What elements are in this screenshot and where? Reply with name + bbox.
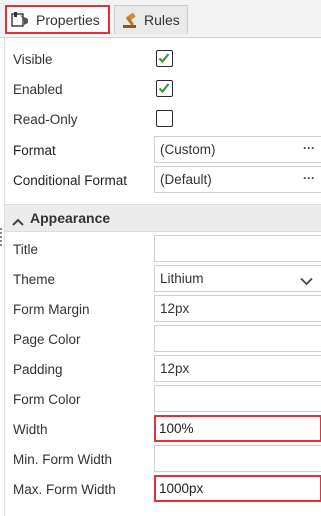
form-margin-row: Form Margin 12px: [13, 294, 321, 324]
readonly-row: Read-Only: [13, 104, 321, 134]
check-icon: [158, 53, 170, 64]
min-form-width-row: Min. Form Width: [13, 444, 321, 474]
rules-gavel-icon: [120, 11, 140, 29]
title-label: Title: [13, 241, 39, 257]
format-field[interactable]: (Custom) ···: [154, 136, 321, 163]
width-input[interactable]: 100%: [154, 415, 321, 442]
appearance-section-label: Appearance: [30, 210, 111, 226]
max-form-width-input[interactable]: 1000px: [154, 475, 321, 502]
form-margin-input[interactable]: 12px: [154, 295, 321, 322]
theme-label: Theme: [13, 271, 56, 287]
enabled-checkbox[interactable]: [156, 80, 173, 97]
form-color-row: Form Color: [13, 384, 321, 414]
chevron-up-icon: [12, 214, 24, 229]
padding-row: Padding 12px: [13, 354, 321, 384]
enabled-row: Enabled: [13, 74, 321, 104]
max-form-width-row: Max. Form Width 1000px: [13, 474, 321, 504]
properties-icon: [11, 11, 31, 29]
padding-label: Padding: [13, 361, 63, 377]
format-label: Format: [13, 142, 56, 158]
format-value: (Custom): [160, 142, 216, 157]
min-form-width-label: Min. Form Width: [13, 451, 113, 467]
properties-panel: Visible Enabled Read-Only Format (Custom…: [4, 38, 321, 516]
tab-rules[interactable]: Rules: [114, 5, 188, 34]
tab-properties-label: Properties: [36, 11, 100, 28]
title-input[interactable]: [154, 235, 321, 262]
form-color-input[interactable]: [154, 385, 321, 412]
padding-input[interactable]: 12px: [154, 355, 321, 382]
visible-row: Visible: [13, 44, 321, 74]
conditional-format-label: Conditional Format: [13, 172, 128, 188]
max-form-width-label: Max. Form Width: [13, 481, 116, 497]
tab-rules-label: Rules: [144, 12, 180, 28]
theme-row: Theme Lithium: [13, 264, 321, 294]
conditional-format-value: (Default): [160, 172, 212, 187]
form-margin-value: 12px: [160, 301, 190, 316]
max-form-width-value: 1000px: [159, 481, 204, 496]
conditional-format-row: Conditional Format (Default) ···: [13, 165, 321, 195]
page-color-label: Page Color: [13, 331, 81, 347]
padding-value: 12px: [160, 361, 190, 376]
tab-properties[interactable]: Properties: [5, 5, 110, 34]
ellipsis-icon[interactable]: ···: [303, 142, 315, 154]
readonly-checkbox[interactable]: [156, 110, 173, 127]
check-icon: [158, 83, 170, 94]
tab-bar: Properties Rules: [0, 0, 321, 38]
width-row: Width 100%: [13, 414, 321, 444]
enabled-label: Enabled: [13, 81, 63, 97]
form-margin-label: Form Margin: [13, 301, 90, 317]
conditional-format-field[interactable]: (Default) ···: [154, 166, 321, 193]
title-row: Title: [13, 234, 321, 264]
min-form-width-input[interactable]: [154, 445, 321, 472]
theme-select[interactable]: Lithium: [154, 265, 321, 292]
ellipsis-icon[interactable]: ···: [303, 172, 315, 184]
chevron-down-icon: [300, 274, 313, 289]
width-value: 100%: [159, 421, 194, 436]
visible-label: Visible: [13, 51, 53, 67]
form-color-label: Form Color: [13, 391, 81, 407]
visible-checkbox[interactable]: [156, 50, 173, 67]
page-color-input[interactable]: [154, 325, 321, 352]
readonly-label: Read-Only: [13, 111, 78, 127]
resize-handle[interactable]: [0, 228, 2, 248]
width-label: Width: [13, 421, 48, 437]
format-row: Format (Custom) ···: [13, 135, 321, 165]
page-color-row: Page Color: [13, 324, 321, 354]
appearance-section-header[interactable]: Appearance: [5, 204, 321, 232]
theme-value: Lithium: [160, 271, 204, 286]
